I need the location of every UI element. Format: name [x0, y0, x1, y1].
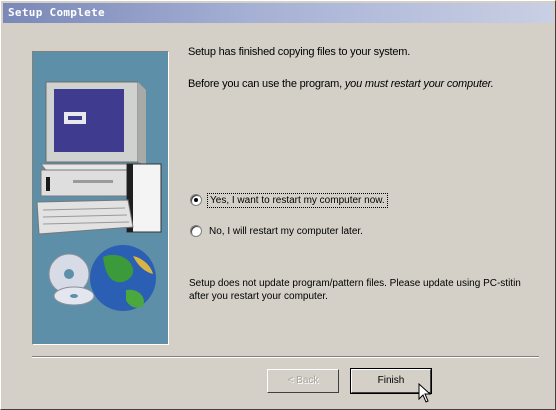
- restart-now-radio[interactable]: [190, 194, 202, 206]
- restart-message-text: Before you can use the program,: [188, 78, 345, 90]
- back-button[interactable]: < Back: [267, 369, 339, 393]
- update-note: Setup does not update program/pattern fi…: [189, 278, 521, 302]
- window-title: Setup Complete: [8, 6, 105, 19]
- restart-later-label[interactable]: No, I will restart my computer later.: [207, 225, 365, 238]
- restart-now-label[interactable]: Yes, I want to restart my computer now.: [207, 192, 388, 208]
- computer-and-cds-illustration: [36, 81, 162, 311]
- mouse-pointer-icon: [418, 383, 432, 403]
- restart-message-emphasis: you must restart your computer.: [344, 78, 494, 90]
- setup-illustration-panel: [32, 51, 169, 345]
- setup-finished-message: Setup has finished copying files to your…: [188, 46, 411, 58]
- restart-later-option[interactable]: No, I will restart my computer later.: [190, 223, 365, 239]
- restart-now-option[interactable]: Yes, I want to restart my computer now.: [190, 192, 388, 208]
- setup-dialog: Setup Complete Setup has finished copyin…: [0, 0, 556, 410]
- restart-required-message: Before you can use the program, you must…: [188, 78, 494, 90]
- restart-later-radio[interactable]: [190, 225, 202, 237]
- title-bar[interactable]: Setup Complete: [3, 3, 553, 23]
- button-divider: [32, 356, 539, 358]
